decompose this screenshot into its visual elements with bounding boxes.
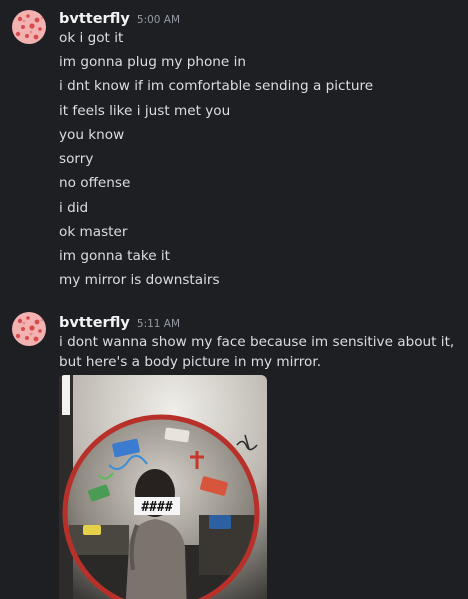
message-text: ok i got it	[59, 30, 124, 46]
message-text: im gonna plug my phone in	[59, 54, 247, 70]
avatar[interactable]	[12, 10, 46, 44]
message-text: you know	[59, 127, 125, 143]
message-header: bvtterfly 5:11 AM	[59, 312, 180, 331]
message-text: no offense	[59, 175, 131, 191]
message-header: bvtterfly 5:00 AM	[59, 8, 180, 27]
message-text: sorry	[59, 151, 94, 167]
censor-label: ####	[141, 500, 172, 515]
username[interactable]: bvtterfly	[59, 11, 130, 27]
message-text: i did	[59, 200, 89, 216]
message-group: bvtterfly 5:00 AM ok i got it im gonna pl…	[0, 0, 468, 300]
message-text: i dnt know if im comfortable sending a p…	[59, 78, 374, 94]
avatar[interactable]	[12, 312, 46, 346]
username[interactable]: bvtterfly	[59, 315, 130, 331]
message-text: it feels like i just met you	[59, 103, 231, 119]
avatar-icon	[12, 312, 46, 346]
timestamp: 5:00 AM	[136, 14, 181, 26]
timestamp: 5:11 AM	[136, 318, 181, 330]
avatar-icon	[12, 10, 46, 44]
image-attachment[interactable]: ####	[59, 375, 267, 599]
mirror-photo-icon: ####	[59, 375, 267, 599]
message-text: i dont wanna show my face because im sen…	[59, 334, 455, 370]
message-text: my mirror is downstairs	[59, 272, 220, 288]
message-text: ok master	[59, 224, 128, 240]
message-text: im gonna take it	[59, 248, 171, 264]
